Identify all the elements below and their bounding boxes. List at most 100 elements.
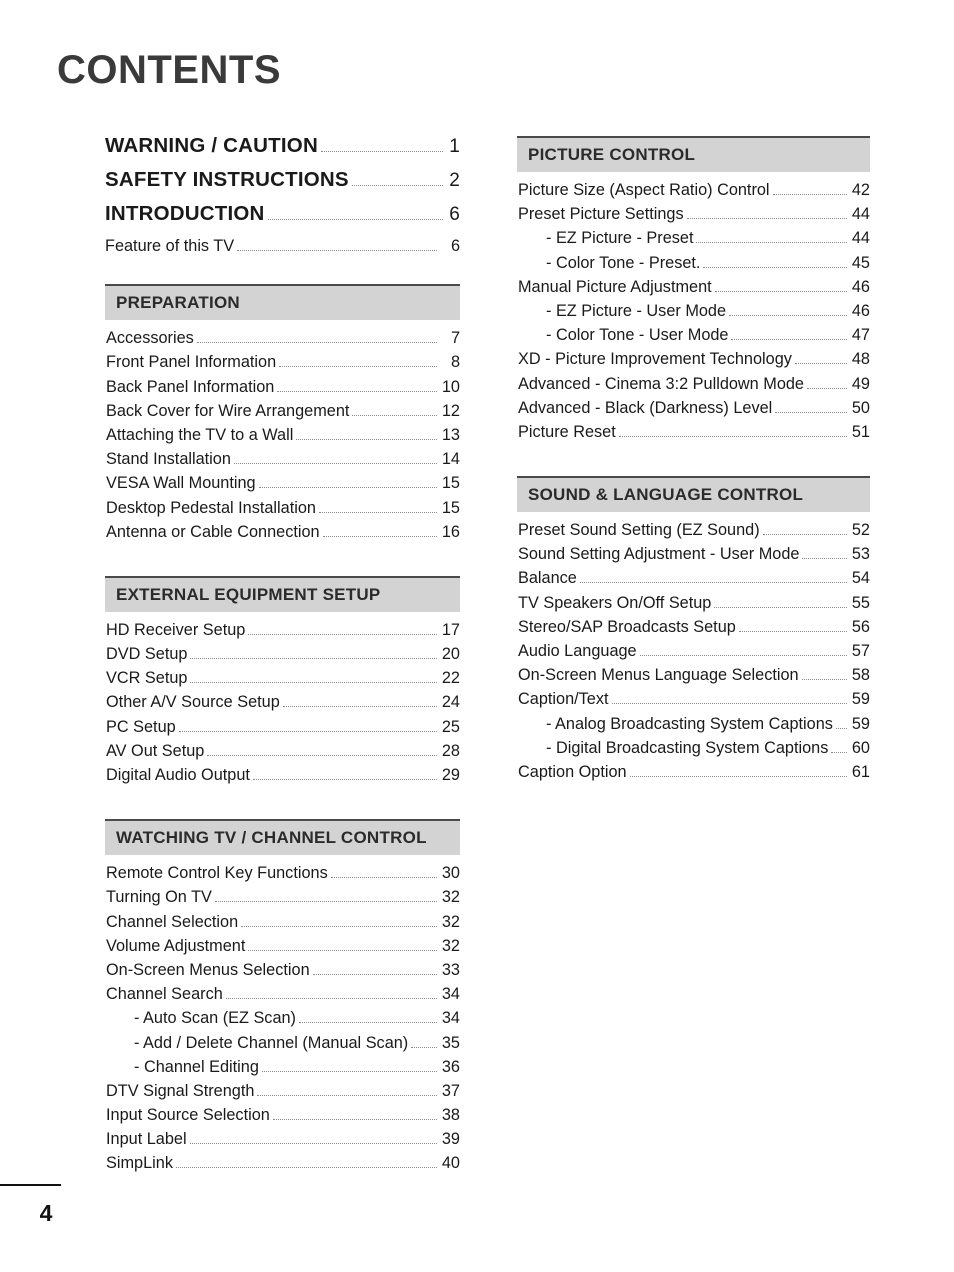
toc-entry-caption-option[interactable]: Caption Option 61 (518, 764, 870, 788)
toc-entry-dtv-signal-strength[interactable]: DTV Signal Strength 37 (106, 1083, 460, 1107)
toc-entry-page-number: 53 (851, 545, 870, 564)
toc-entry-volume-adjustment[interactable]: Volume Adjustment 32 (106, 937, 460, 962)
leader-dots (196, 341, 437, 344)
toc-entry-audio-language[interactable]: Audio Language 57 (518, 643, 870, 667)
toc-entry-balance[interactable]: Balance 54 (518, 570, 870, 594)
toc-entry-xd-picture-improvement-technology[interactable]: XD - Picture Improvement Technology 48 (518, 351, 870, 375)
toc-entry-page-number: 6 (450, 237, 460, 255)
toc-entry-caption-text[interactable]: Caption/Text 59 (518, 691, 870, 715)
toc-entry-tv-speakers-on-off-setup[interactable]: TV Speakers On/Off Setup 55 (518, 594, 870, 619)
toc-entry-remote-control-key-functions[interactable]: Remote Control Key Functions 30 (106, 865, 460, 889)
toc-entry-stereo-sap-broadcasts-setup[interactable]: Stereo/SAP Broadcasts Setup 56 (518, 619, 870, 643)
leader-dots (190, 681, 437, 684)
toc-entry-label: DTV Signal Strength (106, 1081, 255, 1100)
toc-entry-turning-on-tv[interactable]: Turning On TV 32 (106, 889, 460, 913)
toc-entry-dvd-setup[interactable]: DVD Setup 20 (106, 646, 460, 670)
leader-dots (320, 150, 443, 152)
toc-section-title: WATCHING TV / CHANNEL CONTROL (116, 828, 427, 848)
toc-entry-stand-installation[interactable]: Stand Installation 14 (106, 451, 460, 475)
toc-entry-page-number: 37 (441, 1081, 460, 1100)
toc-entry-label: - Color Tone - Preset. (546, 253, 701, 272)
toc-entry-channel-search[interactable]: Channel Search 34 (106, 986, 460, 1010)
toc-entry-accessories[interactable]: Accessories 7 (106, 330, 460, 354)
toc-entry-advanced-black-darkness-level[interactable]: Advanced - Black (Darkness) Level 50 (518, 399, 870, 424)
toc-entry-page-number: 22 (441, 669, 460, 688)
toc-section-header: SOUND & LANGUAGE CONTROL (517, 476, 870, 513)
toc-entry-hd-receiver-setup[interactable]: HD Receiver Setup 17 (106, 622, 460, 646)
toc-entry-warning-caution[interactable]: WARNING / CAUTION 1 (105, 135, 460, 170)
toc-entry-pc-setup[interactable]: PC Setup 25 (106, 717, 460, 743)
toc-entry-label: Caption Option (518, 762, 627, 781)
toc-entry-on-screen-menus-selection[interactable]: On-Screen Menus Selection 33 (106, 962, 460, 986)
toc-entry-label: On-Screen Menus Language Selection (518, 666, 799, 685)
leader-dots (579, 581, 847, 584)
toc-entry-front-panel-information[interactable]: Front Panel Information 8 (106, 354, 460, 378)
toc-left-sections: PREPARATION Accessories 7 Front Panel Infor… (105, 284, 460, 1179)
toc-entry-label: Front Panel Information (106, 353, 277, 372)
toc-entry-safety-instructions[interactable]: SAFETY INSTRUCTIONS 2 (105, 169, 460, 204)
leader-dots (794, 362, 847, 365)
toc-section-body: Accessories 7 Front Panel Information 8 Back… (105, 330, 460, 548)
toc-entry-attaching-the-tv-to-a-wall[interactable]: Attaching the TV to a Wall 13 (106, 427, 460, 451)
toc-entry-page-number: 6 (449, 204, 460, 225)
toc-entry-label: Desktop Pedestal Installation (106, 498, 316, 517)
toc-entry-channel-editing[interactable]: - Channel Editing 36 (106, 1058, 460, 1083)
toc-entry-input-source-selection[interactable]: Input Source Selection 38 (106, 1107, 460, 1131)
toc-entry-av-out-setup[interactable]: AV Out Setup 28 (106, 743, 460, 767)
toc-entry-manual-picture-adjustment[interactable]: Manual Picture Adjustment 46 (518, 277, 870, 303)
toc-entry-page-number: 8 (450, 353, 460, 372)
toc-section-watching-tv-channel-control: WATCHING TV / CHANNEL CONTROL Remote Cont… (105, 819, 460, 1179)
toc-entry-ez-picture-preset[interactable]: - EZ Picture - Preset 44 (518, 230, 870, 254)
toc-entry-back-cover-for-wire-arrangement[interactable]: Back Cover for Wire Arrangement 12 (106, 401, 460, 427)
toc-entry-analog-broadcasting-system-captions[interactable]: - Analog Broadcasting System Captions 59 (518, 715, 870, 740)
toc-entry-page-number: 46 (851, 277, 870, 296)
leader-dots (248, 633, 437, 635)
toc-entry-page-number: 28 (441, 741, 460, 760)
toc-entry-page-number: 58 (851, 666, 870, 685)
leader-dots (801, 678, 847, 681)
toc-entry-color-tone-user-mode[interactable]: - Color Tone - User Mode 47 (518, 327, 870, 351)
toc-entry-picture-size-aspect-ratio-control[interactable]: Picture Size (Aspect Ratio) Control 42 (518, 182, 870, 206)
toc-entry-picture-reset[interactable]: Picture Reset 51 (518, 424, 870, 448)
toc-entry-desktop-pedestal-installation[interactable]: Desktop Pedestal Installation 15 (106, 498, 460, 524)
leader-dots (703, 266, 847, 268)
leader-dots (277, 390, 437, 392)
toc-entry-simplink[interactable]: SimpLink 40 (106, 1155, 460, 1179)
toc-entry-label: Feature of this TV (105, 237, 235, 255)
toc-entry-color-tone-preset[interactable]: - Color Tone - Preset. 45 (518, 253, 870, 279)
toc-entry-add-delete-channel-manual-scan[interactable]: - Add / Delete Channel (Manual Scan) 35 (106, 1034, 460, 1059)
toc-entry-page-number: 40 (441, 1154, 460, 1173)
toc-entry-other-a-v-source-setup[interactable]: Other A/V Source Setup 24 (106, 694, 460, 718)
leader-dots (298, 1021, 437, 1024)
toc-entry-digital-audio-output[interactable]: Digital Audio Output 29 (106, 767, 460, 791)
toc-entry-auto-scan-ez-scan[interactable]: - Auto Scan (EZ Scan) 34 (106, 1010, 460, 1034)
toc-entry-label: Preset Picture Settings (518, 205, 684, 224)
toc-entry-feature-of-this-tv[interactable]: Feature of this TV 6 (105, 238, 460, 262)
toc-entry-input-label[interactable]: Input Label 39 (106, 1131, 460, 1155)
toc-entry-label: Audio Language (518, 642, 637, 660)
toc-entry-preset-sound-setting-ez-sound[interactable]: Preset Sound Setting (EZ Sound) 52 (518, 522, 870, 546)
toc-entry-introduction[interactable]: INTRODUCTION 6 (105, 203, 460, 238)
toc-entry-ez-picture-user-mode[interactable]: - EZ Picture - User Mode 46 (518, 303, 870, 327)
toc-entry-antenna-or-cable-connection[interactable]: Antenna or Cable Connection 16 (106, 523, 460, 548)
toc-entry-vcr-setup[interactable]: VCR Setup 22 (106, 670, 460, 694)
toc-entry-on-screen-menus-language-selection[interactable]: On-Screen Menus Language Selection 58 (518, 667, 870, 691)
footer-rule (0, 1184, 61, 1186)
toc-entry-label: Attaching the TV to a Wall (106, 425, 294, 444)
toc-entry-label: Stand Installation (106, 450, 231, 469)
toc-entry-digital-broadcasting-system-captions[interactable]: - Digital Broadcasting System Captions 60 (518, 739, 870, 764)
toc-entry-advanced-cinema-3-2-pulldown-mode[interactable]: Advanced - Cinema 3:2 Pulldown Mode 49 (518, 375, 870, 400)
toc-entry-label: Back Cover for Wire Arrangement (106, 401, 350, 420)
toc-entry-channel-selection[interactable]: Channel Selection 32 (106, 913, 460, 938)
toc-entry-vesa-wall-mounting[interactable]: VESA Wall Mounting 15 (106, 475, 460, 499)
toc-entry-back-panel-information[interactable]: Back Panel Information 10 (106, 378, 460, 403)
toc-entry-page-number: 30 (441, 864, 460, 883)
toc-entry-label: PC Setup (106, 717, 176, 736)
toc-section-picture-control: PICTURE CONTROL Picture Size (Aspect Rati… (517, 136, 870, 448)
toc-entry-sound-setting-adjustment-user-mode[interactable]: Sound Setting Adjustment - User Mode 53 (518, 546, 870, 570)
leader-dots (175, 1166, 437, 1169)
toc-entry-page-number: 7 (450, 329, 460, 348)
toc-entry-preset-picture-settings[interactable]: Preset Picture Settings 44 (518, 206, 870, 230)
toc-entry-page-number: 13 (441, 425, 460, 444)
leader-dots (738, 630, 847, 632)
